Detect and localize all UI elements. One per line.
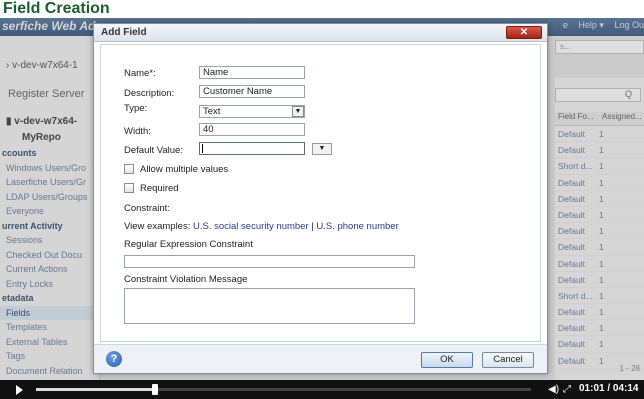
type-select[interactable]: Text	[199, 105, 305, 118]
regex-constraint-label: Regular Expression Constraint	[124, 239, 253, 250]
allow-multiple-label: Allow multiple values	[140, 164, 229, 175]
time-display: 01:01 / 04:14	[579, 383, 639, 394]
view-examples-row: View examples: U.S. social security numb…	[124, 221, 399, 232]
constraint-label: Constraint:	[124, 203, 170, 214]
video-title: Field Creation	[3, 0, 110, 17]
dialog-title: Add Field	[101, 27, 147, 38]
dialog-footer: ? OK Cancel	[94, 344, 547, 373]
ok-button[interactable]: OK	[421, 352, 473, 368]
cancel-button[interactable]: Cancel	[482, 352, 534, 368]
example-phone-link[interactable]: U.S. phone number	[316, 221, 398, 232]
add-field-dialog: Add Field ✕ Name*: Name Description: Cus…	[93, 23, 548, 374]
time-current: 01:01	[579, 383, 605, 394]
dialog-body: Name*: Name Description: Customer Name T…	[100, 44, 541, 342]
close-icon: ✕	[519, 27, 529, 38]
type-dropdown-arrow-icon[interactable]: ▼	[292, 106, 304, 117]
time-total: 04:14	[612, 383, 639, 394]
width-field[interactable]: 40	[199, 123, 305, 136]
default-value-label: Default Value:	[124, 145, 183, 156]
close-button[interactable]: ✕	[506, 26, 542, 39]
default-value-field[interactable]	[199, 142, 305, 155]
video-frame: Field Creation serfiche Web Ad e Help ▾ …	[0, 0, 644, 399]
video-title-bar: Field Creation	[0, 0, 644, 18]
allow-multiple-checkbox[interactable]	[124, 164, 134, 174]
description-field[interactable]: Customer Name	[199, 85, 305, 98]
video-controls: ◀) ⤢ 01:01 / 04:14	[0, 380, 644, 399]
example-ssn-link[interactable]: U.S. social security number	[193, 221, 309, 232]
help-icon[interactable]: ?	[106, 351, 122, 367]
default-value-dropdown-icon[interactable]: ▼	[312, 143, 332, 155]
width-label: Width:	[124, 126, 151, 137]
violation-message-textarea[interactable]	[124, 288, 415, 324]
required-checkbox[interactable]	[124, 183, 134, 193]
play-icon[interactable]	[16, 385, 23, 395]
violation-message-label: Constraint Violation Message	[124, 274, 248, 285]
name-label: Name*:	[124, 68, 156, 79]
fullscreen-icon[interactable]: ⤢	[563, 384, 571, 395]
progress-fill	[36, 388, 155, 391]
description-label: Description:	[124, 88, 175, 99]
type-select-value: Text	[203, 106, 221, 117]
volume-icon[interactable]: ◀)	[548, 384, 559, 395]
progress-thumb[interactable]	[151, 384, 158, 395]
dialog-titlebar[interactable]: Add Field ✕	[94, 24, 547, 42]
progress-track[interactable]	[36, 388, 531, 391]
name-field[interactable]: Name	[199, 66, 305, 79]
regex-constraint-input[interactable]	[124, 255, 415, 268]
time-separator: /	[604, 383, 613, 394]
view-examples-label: View examples:	[124, 221, 191, 232]
type-label: Type:	[124, 103, 148, 114]
required-label: Required	[140, 183, 179, 194]
